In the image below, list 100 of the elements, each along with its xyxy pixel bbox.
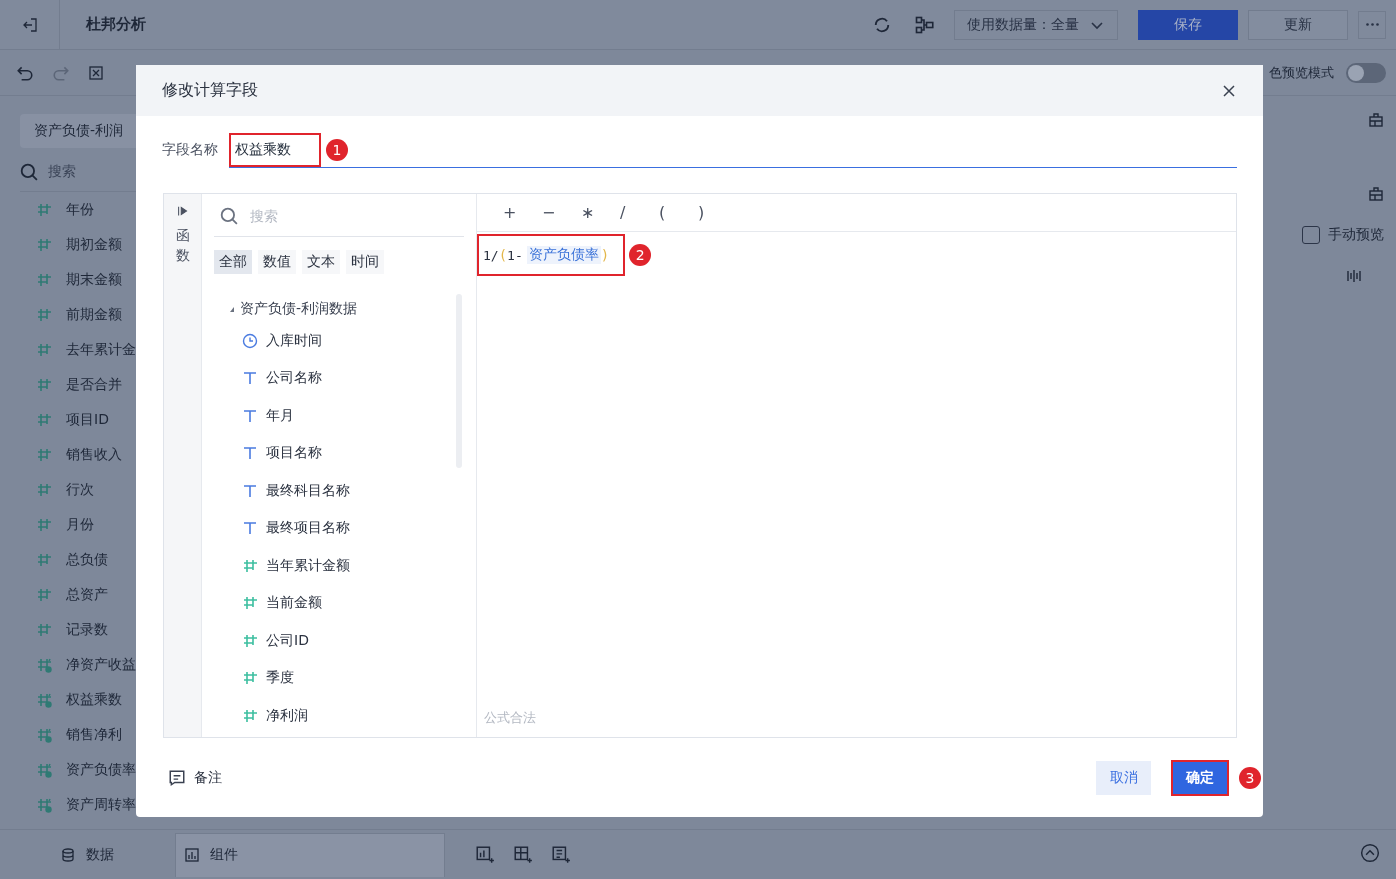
field-name[interactable]: 去年累计金: [66, 340, 136, 359]
save-button[interactable]: 保存: [1138, 9, 1238, 40]
field-node[interactable]: 最终项目名称: [266, 519, 350, 538]
formula-paren: (: [498, 247, 508, 263]
hash-icon: [36, 306, 52, 323]
bottom-tab[interactable]: 数据: [0, 832, 175, 877]
hash-icon: [36, 411, 52, 428]
field-node[interactable]: 年月: [266, 406, 294, 425]
field-name[interactable]: 销售收入: [66, 445, 122, 464]
hash-icon: [36, 236, 52, 253]
operator-button[interactable]: ∗: [581, 203, 620, 222]
field-node[interactable]: 净利润: [266, 706, 308, 725]
bottom-tab[interactable]: 组件: [175, 832, 445, 877]
field-node[interactable]: 季度: [266, 669, 294, 688]
calculated-field-icon: [36, 656, 52, 673]
close-icon: [1221, 82, 1237, 99]
hash-icon: [242, 632, 258, 649]
preview-toggle[interactable]: [1346, 62, 1386, 83]
update-button[interactable]: 更新: [1248, 9, 1348, 40]
field-name[interactable]: 项目ID: [66, 410, 109, 429]
hash-icon: [242, 557, 258, 574]
filter-tab[interactable]: 文本: [302, 250, 340, 274]
field-name[interactable]: 资产负债率: [66, 760, 136, 779]
dialog-title: 修改计算字段: [162, 80, 258, 101]
field-token[interactable]: 资产负债率: [526, 246, 601, 264]
formula-text: 1/: [483, 247, 499, 263]
field-node[interactable]: 项目名称: [266, 444, 322, 463]
table-icon: [88, 64, 104, 81]
search-icon: [220, 206, 238, 225]
hash-icon: [36, 446, 52, 463]
dataset-node[interactable]: 资产负债-利润数据: [240, 300, 358, 318]
hash-icon: [36, 341, 52, 358]
hash-icon: [36, 376, 52, 393]
hash-icon: [36, 516, 52, 533]
search-icon: [20, 162, 38, 181]
text-type-icon: [242, 520, 258, 537]
search-placeholder[interactable]: 搜索: [48, 162, 76, 181]
clock-icon: [242, 332, 258, 349]
operator-button[interactable]: −: [542, 203, 581, 222]
formula-status: 公式合法: [483, 709, 537, 727]
search-field[interactable]: 搜索: [248, 206, 398, 225]
field-name[interactable]: 净资产收益: [66, 655, 136, 674]
close-button[interactable]: [1221, 82, 1237, 99]
operator-button[interactable]: (: [659, 203, 698, 222]
text-type-icon: [242, 445, 258, 462]
exit-icon: [21, 16, 38, 33]
filter-tab[interactable]: 时间: [346, 250, 384, 274]
flow-icon: [914, 14, 934, 35]
formula-paren: ): [600, 247, 610, 263]
collapse-up-icon: [1360, 842, 1380, 863]
field-name[interactable]: 是否合并: [66, 375, 122, 394]
field-name[interactable]: 总负债: [66, 550, 108, 569]
field-name[interactable]: 期末金额: [66, 270, 122, 289]
field-name[interactable]: 行次: [66, 480, 94, 499]
checkbox[interactable]: [1302, 226, 1320, 244]
hash-icon: [242, 670, 258, 687]
step-marker: 1: [326, 138, 348, 161]
hash-icon: [36, 586, 52, 603]
data-usage-dropdown[interactable]: 使用数据量：全量: [954, 9, 1118, 40]
field-name[interactable]: 期初金额: [66, 235, 122, 254]
field-name[interactable]: 权益乘数: [66, 690, 122, 709]
add-grid-icon: [513, 844, 533, 865]
confirm-button[interactable]: 确定: [1171, 759, 1229, 796]
hash-icon: [242, 707, 258, 724]
note-link[interactable]: 备注: [194, 768, 222, 787]
field-node[interactable]: 当年累计金额: [266, 556, 350, 575]
add-text-icon: [551, 844, 571, 865]
field-node[interactable]: 公司名称: [266, 369, 322, 388]
field-name[interactable]: 销售净利: [66, 725, 122, 744]
field-node[interactable]: 当前金额: [266, 594, 322, 613]
caret-icon[interactable]: [230, 306, 234, 312]
field-node[interactable]: 最终科目名称: [266, 481, 350, 500]
preview-mode-label: 色预览模式: [1269, 63, 1334, 82]
field-name[interactable]: 月份: [66, 515, 94, 534]
add-chart-icon: [475, 844, 495, 865]
operator-button[interactable]: +: [503, 203, 542, 222]
functions-tab[interactable]: 函数: [175, 226, 190, 266]
field-name[interactable]: 前期金额: [66, 305, 122, 324]
more-icon: [1365, 23, 1379, 26]
filter-tab[interactable]: 数值: [258, 250, 296, 274]
field-name[interactable]: 年份: [66, 200, 94, 219]
field-node[interactable]: 入库时间: [266, 331, 322, 350]
field-name[interactable]: 总资产: [66, 585, 108, 604]
calculated-field-icon: [36, 761, 52, 778]
field-node[interactable]: 公司ID: [266, 631, 309, 650]
cancel-button[interactable]: 取消: [1096, 760, 1151, 795]
chart-icon: [184, 847, 200, 863]
operator-button[interactable]: ): [698, 203, 737, 222]
operator-button[interactable]: /: [620, 203, 659, 222]
field-name-input[interactable]: 权益乘数: [231, 134, 319, 165]
hash-icon: [36, 481, 52, 498]
field-name[interactable]: 记录数: [66, 620, 108, 639]
hash-icon: [36, 271, 52, 288]
hash-icon: [36, 551, 52, 568]
manual-preview-label: 手动预览: [1328, 226, 1384, 244]
field-name[interactable]: 资产周转率: [66, 795, 136, 814]
filter-tab[interactable]: 全部: [214, 250, 252, 274]
formula-expression[interactable]: 1/(1- 资产负债率): [477, 234, 626, 276]
report-title: 杜邦分析: [86, 15, 147, 34]
hash-icon: [242, 595, 258, 612]
